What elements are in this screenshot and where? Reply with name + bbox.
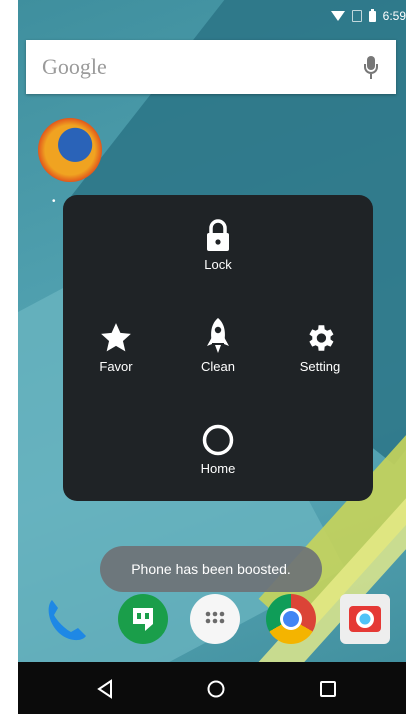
google-search-bar[interactable]: Google	[26, 40, 396, 94]
lock-button[interactable]: Lock	[173, 213, 263, 272]
favor-button[interactable]: Favor	[71, 315, 161, 374]
camera-icon[interactable]	[340, 594, 390, 644]
dock	[18, 588, 406, 658]
home-button[interactable]: Home	[173, 417, 263, 476]
rocket-icon	[207, 318, 229, 353]
search-label: Google	[42, 54, 107, 79]
setting-button[interactable]: Setting	[275, 315, 365, 374]
hangouts-icon[interactable]	[118, 594, 168, 644]
phone-icon[interactable]	[40, 594, 90, 644]
lock-label: Lock	[204, 257, 232, 272]
firefox-icon[interactable]	[38, 118, 102, 182]
battery-icon	[368, 8, 376, 22]
setting-label: Setting	[299, 359, 341, 374]
toast-message: Phone has been boosted.	[100, 546, 322, 592]
gear-icon	[309, 325, 334, 351]
lock-icon	[207, 219, 229, 251]
app-drawer-icon[interactable]	[190, 594, 240, 644]
recents-icon[interactable]	[315, 676, 341, 702]
favor-label: Favor	[99, 359, 133, 374]
star-icon	[101, 323, 131, 352]
clean-label: Clean	[201, 359, 235, 374]
assistive-touch-menu: Lock Favor Clean Setting Home	[63, 195, 373, 501]
chrome-icon[interactable]	[266, 594, 316, 644]
navigation-bar	[18, 662, 406, 714]
clean-button[interactable]: Clean	[173, 315, 263, 374]
app-label-fragment: •	[52, 196, 56, 207]
back-icon[interactable]	[92, 676, 118, 702]
circle-icon	[202, 424, 234, 456]
status-time: 6:59	[382, 9, 406, 23]
home-label: Home	[200, 461, 236, 476]
toast-text: Phone has been boosted.	[131, 561, 291, 577]
phone-screen: 6:59 Google • Lock Favor Clean Setting H…	[18, 0, 406, 714]
mic-icon[interactable]	[356, 52, 386, 82]
sim-icon	[351, 10, 362, 22]
home-icon[interactable]	[203, 676, 229, 702]
wifi-icon	[330, 11, 345, 21]
status-bar: 6:59	[18, 0, 406, 28]
